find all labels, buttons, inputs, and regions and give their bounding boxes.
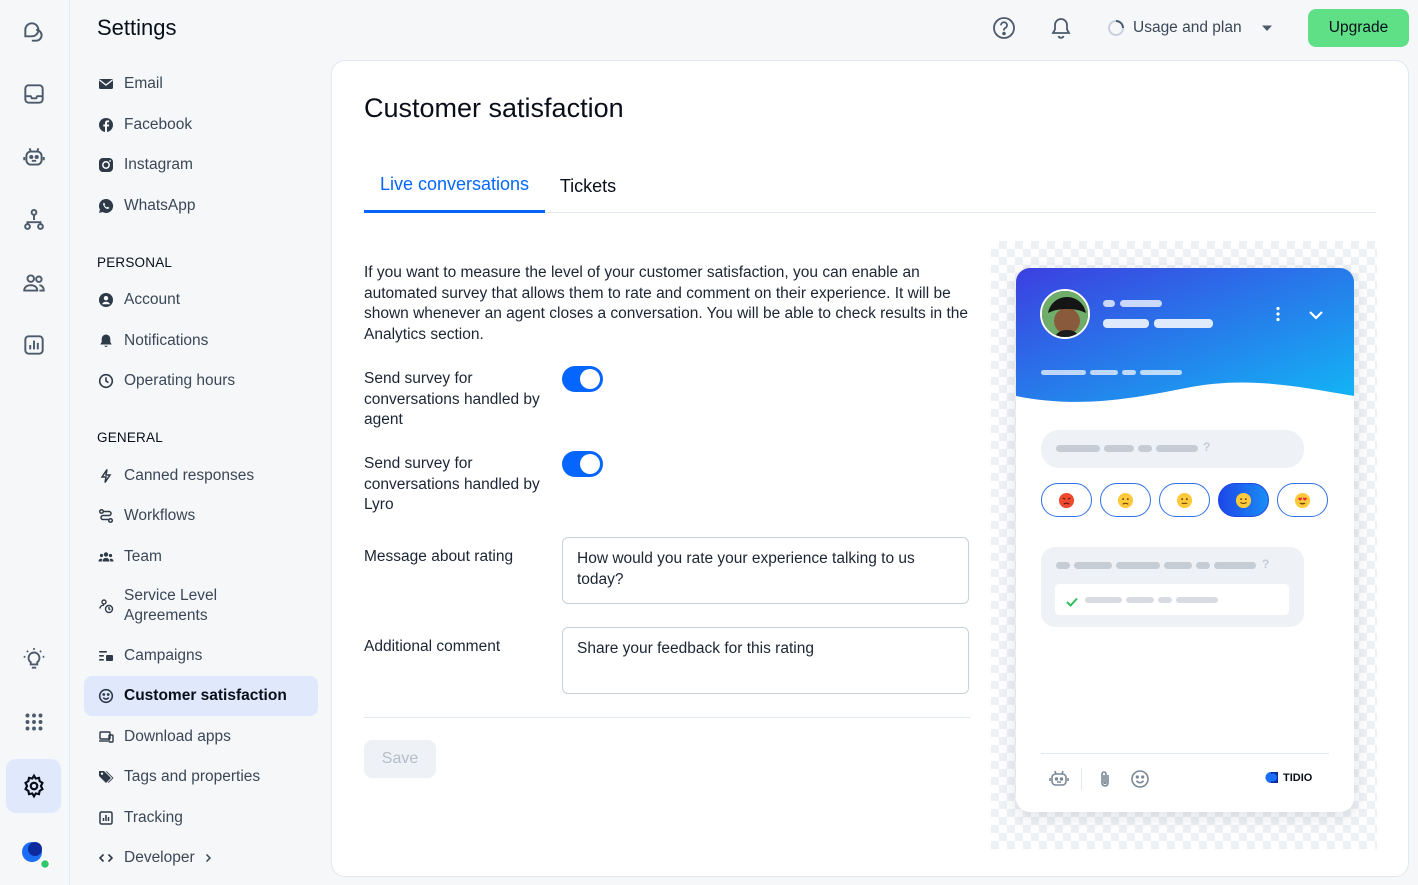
nav-item-account[interactable]: Account [84,280,318,320]
heart-eyes-face-icon [1294,492,1311,508]
lightbulb-icon[interactable] [6,632,61,686]
help-icon[interactable] [991,15,1017,41]
instagram-icon [97,156,115,174]
nav-item-email[interactable]: Email [84,64,318,104]
nav-item-whatsapp[interactable]: WhatsApp [84,186,318,226]
code-icon [97,849,115,867]
user-avatar[interactable] [19,838,51,870]
bolt-icon [97,467,115,485]
rating-message-input[interactable]: How would you rate your experience talki… [562,537,969,604]
description-text: If you want to measure the level of your… [364,264,969,343]
settings-card: Customer satisfaction Live conversations… [331,60,1409,877]
lyro-survey-label: Send survey for conversations handled by… [364,455,540,513]
divider [364,717,970,718]
flows-icon[interactable] [6,193,61,247]
tab-live-conversations[interactable]: Live conversations [364,159,545,213]
happy-face-icon [1235,492,1252,508]
sad-face-icon [1117,492,1134,508]
nav-item-download-apps[interactable]: Download apps [84,717,318,757]
tab-tickets[interactable]: Tickets [558,159,618,213]
analytics-icon[interactable] [6,318,61,372]
nav-item-notifications[interactable]: Notifications [84,321,318,361]
workflow-icon [97,507,115,525]
agent-avatar [1040,289,1090,339]
more-options-icon [1275,306,1281,327]
chevron-down-icon [1261,25,1272,31]
usage-and-plan-dropdown[interactable]: Usage and plan [1107,14,1274,42]
nav-item-team[interactable]: Team [84,537,318,577]
rating-angry-button[interactable] [1041,483,1092,517]
nav-section-personal: PERSONAL [97,255,173,270]
chat-widget-preview: ? ? TIDIO [1016,268,1354,812]
upgrade-button[interactable]: Upgrade [1308,9,1409,47]
nav-item-customer-satisfaction[interactable]: Customer satisfaction [84,676,318,716]
nav-section-general: GENERAL [97,430,163,445]
notifications-bell-icon[interactable] [1048,15,1074,41]
lyro-survey-toggle[interactable] [562,451,603,477]
mail-icon [97,75,115,93]
whatsapp-icon [97,197,115,215]
inbox-icon[interactable] [6,67,61,121]
rating-sad-button[interactable] [1100,483,1151,517]
nav-item-tags-and-properties[interactable]: Tags and properties [84,757,318,797]
nav-item-instagram[interactable]: Instagram [84,145,318,185]
settings-title: Settings [97,15,177,40]
nav-item-operating-hours[interactable]: Operating hours [84,361,318,401]
agent-survey-toggle[interactable] [562,366,603,392]
tabs: Live conversations Tickets [364,159,1376,213]
tidio-logo-small-icon [1265,772,1278,783]
nav-item-facebook[interactable]: Facebook [84,105,318,145]
angry-face-icon [1058,492,1075,508]
usage-label: Usage and plan [1133,19,1242,36]
tidio-brand: TIDIO [1265,771,1312,784]
usage-progress-icon [1108,20,1124,36]
save-button[interactable]: Save [364,740,436,778]
tidio-logo-icon[interactable] [6,5,61,59]
tag-icon [97,768,115,786]
bot-small-icon [1048,768,1070,790]
chart-icon [97,809,115,827]
collapse-chevron-icon [1308,308,1324,326]
icon-rail [0,0,70,885]
bot-icon[interactable] [6,130,61,184]
additional-comment-label: Additional comment [364,638,501,655]
apps-grid-icon[interactable] [6,695,61,749]
nav-item-canned-responses[interactable]: Canned responses [84,456,318,496]
nav-item-workflows[interactable]: Workflows [84,496,318,536]
rating-message-label: Message about rating [364,548,514,565]
emoji-icon [1129,768,1151,790]
rating-neutral-button[interactable] [1159,483,1210,517]
rating-happy-button[interactable] [1218,483,1269,517]
agent-survey-label: Send survey for conversations handled by… [364,370,540,428]
gear-icon[interactable] [6,759,61,813]
bell-icon [97,332,115,350]
survey-preview: ? ? TIDIO [991,241,1377,849]
nav-item-service-level-agreements[interactable]: Service Level Agreements [84,584,318,628]
facebook-icon [97,116,115,134]
nav-item-campaigns[interactable]: Campaigns [84,636,318,676]
check-icon [1066,594,1078,612]
nav-item-tracking[interactable]: Tracking [84,798,318,838]
smile-icon [97,687,115,705]
rating-love-button[interactable] [1277,483,1328,517]
settings-nav: Settings Email Facebook Instagram WhatsA… [70,0,330,885]
additional-comment-input[interactable]: Share your feedback for this rating [562,627,969,694]
attachment-icon [1094,768,1116,790]
chevron-right-icon [203,853,213,863]
sla-icon [97,597,115,615]
contacts-icon[interactable] [6,256,61,310]
page-title: Customer satisfaction [364,93,624,123]
campaigns-icon [97,647,115,665]
account-icon [97,291,115,309]
nav-item-developer[interactable]: Developer [84,838,318,878]
clock-icon [97,372,115,390]
neutral-face-icon [1176,492,1193,508]
team-icon [97,548,115,566]
devices-icon [97,728,115,746]
